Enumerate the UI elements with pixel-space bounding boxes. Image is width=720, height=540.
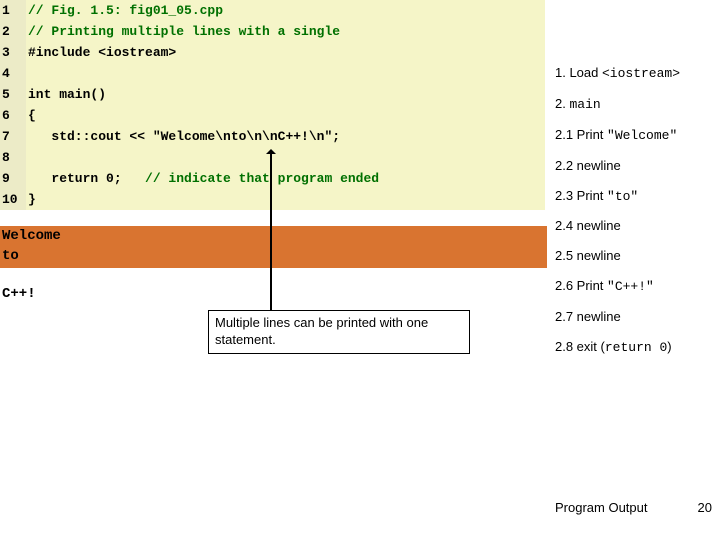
code-text	[26, 63, 545, 84]
annot-9: 2.7 newline	[555, 309, 715, 326]
annot-6: 2.4 newline	[555, 218, 715, 235]
code-text	[26, 147, 545, 168]
output-welcome-to: Welcome to	[0, 226, 547, 268]
code-text: }	[26, 189, 545, 210]
output-area: Welcome to C++!	[0, 226, 545, 302]
line-number: 2	[0, 21, 26, 42]
line-number: 9	[0, 168, 26, 189]
code-text: // Fig. 1.5: fig01_05.cpp	[26, 0, 545, 21]
page-number: 20	[698, 500, 712, 515]
line-number: 3	[0, 42, 26, 63]
annot-4: 2.2 newline	[555, 158, 715, 175]
line-number: 8	[0, 147, 26, 168]
annot-5: 2.3 Print "to"	[555, 188, 715, 206]
line-number: 10	[0, 189, 26, 210]
annot-1: 1. Load <iostream>	[555, 65, 715, 83]
annotation-list: 1. Load <iostream> 2. main 2.1 Print "We…	[555, 65, 715, 370]
annot-2: 2. main	[555, 96, 715, 114]
annot-8: 2.6 Print "C++!"	[555, 278, 715, 296]
line-number: 1	[0, 0, 26, 21]
callout-box: Multiple lines can be printed with one s…	[208, 310, 470, 354]
program-output-label: Program Output	[555, 500, 648, 515]
line-number: 7	[0, 126, 26, 147]
arrow-icon	[270, 152, 272, 312]
annot-3: 2.1 Print "Welcome"	[555, 127, 715, 145]
code-text: {	[26, 105, 545, 126]
line-number: 6	[0, 105, 26, 126]
line-number: 4	[0, 63, 26, 84]
code-text: std::cout << "Welcome\nto\n\nC++!\n";	[26, 126, 545, 147]
line-number: 5	[0, 84, 26, 105]
code-text: #include <iostream>	[26, 42, 545, 63]
annot-7: 2.5 newline	[555, 248, 715, 265]
code-text: return 0; // indicate that program ended	[26, 168, 545, 189]
code-text: int main()	[26, 84, 545, 105]
code-text: // Printing multiple lines with a single	[26, 21, 545, 42]
annot-10: 2.8 exit (return 0)	[555, 339, 715, 357]
output-cpp: C++!	[0, 286, 545, 302]
code-block: 1// Fig. 1.5: fig01_05.cpp2// Printing m…	[0, 0, 545, 210]
